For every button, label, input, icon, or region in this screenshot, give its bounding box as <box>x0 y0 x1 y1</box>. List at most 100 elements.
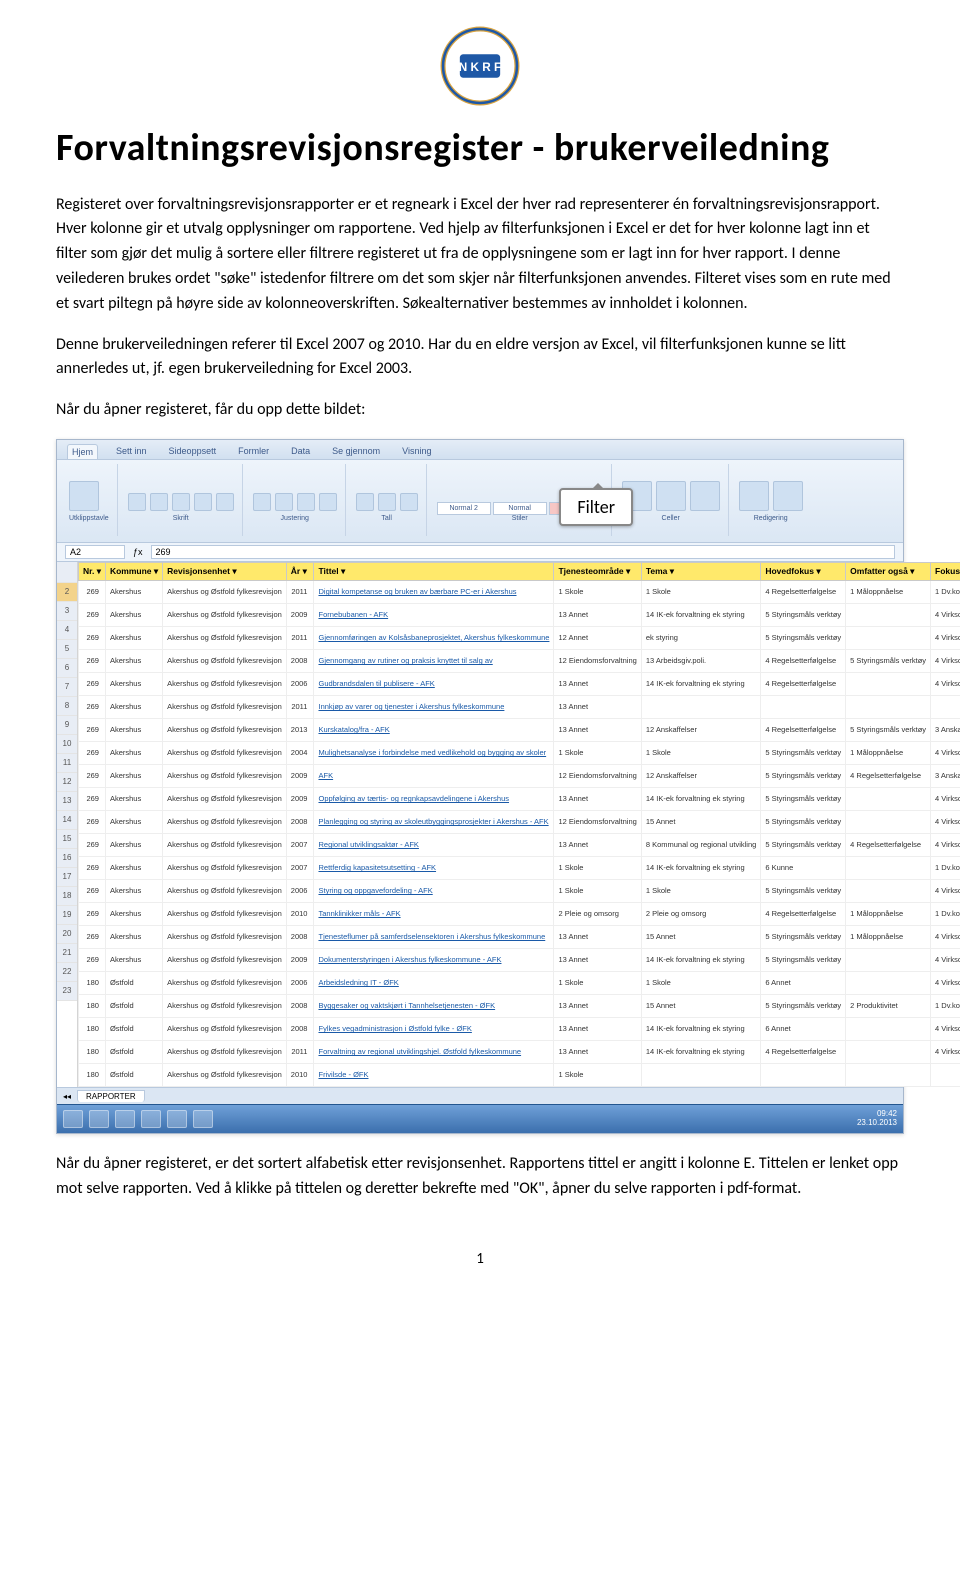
comma-icon[interactable] <box>400 493 418 511</box>
row-header[interactable]: 21 <box>57 944 77 963</box>
row-header[interactable]: 7 <box>57 678 77 697</box>
row-header[interactable]: 23 <box>57 982 77 1001</box>
row-header[interactable]: 22 <box>57 963 77 982</box>
align-left-icon[interactable] <box>253 493 271 511</box>
row-header[interactable]: 11 <box>57 754 77 773</box>
fill-color-icon[interactable] <box>194 493 212 511</box>
row-header[interactable]: 20 <box>57 925 77 944</box>
ribbon-tab[interactable]: Sideoppsett <box>165 444 221 459</box>
ribbon-tab-hjem[interactable]: Hjem <box>67 444 98 459</box>
ribbon-tab[interactable]: Data <box>287 444 314 459</box>
row-header[interactable]: 17 <box>57 868 77 887</box>
title-link[interactable]: Fornebubanen - AFK <box>314 604 554 627</box>
title-link[interactable]: Gjennomgang av rutiner og praksis knytte… <box>314 650 554 673</box>
cell-style[interactable]: Normal 2 <box>437 502 491 515</box>
formula-input[interactable]: 269 <box>151 545 895 559</box>
sheet-nav-prev-icon[interactable]: ◂◂ <box>63 1092 71 1101</box>
row-header[interactable]: 14 <box>57 811 77 830</box>
ribbon-tab[interactable]: Se gjennom <box>328 444 384 459</box>
column-header[interactable]: Tema ▾ <box>641 563 760 581</box>
wrap-text-icon[interactable] <box>319 493 337 511</box>
row-header[interactable]: 10 <box>57 735 77 754</box>
cell: 4 Virksomhetsstyring <box>931 627 960 650</box>
fx-icon[interactable]: ƒx <box>133 547 143 557</box>
title-link[interactable]: Kurskatalog/fra - AFK <box>314 719 554 742</box>
column-header[interactable]: Hovedfokus ▾ <box>761 563 846 581</box>
ribbon-tab[interactable]: Formler <box>234 444 273 459</box>
column-header[interactable]: Nr. ▾ <box>79 563 106 581</box>
title-link[interactable]: Regional utviklingsaktør - AFK <box>314 834 554 857</box>
start-button-icon[interactable] <box>63 1110 83 1128</box>
title-link[interactable]: Frivilsde - ØFK <box>314 1064 554 1087</box>
italic-icon[interactable] <box>150 493 168 511</box>
row-header[interactable]: 8 <box>57 697 77 716</box>
column-header[interactable]: Kommune ▾ <box>105 563 162 581</box>
column-header[interactable]: Tjenesteområde ▾ <box>554 563 641 581</box>
percent-icon[interactable] <box>378 493 396 511</box>
cell: Akershus <box>105 926 162 949</box>
row-header[interactable]: 9 <box>57 716 77 735</box>
title-link[interactable]: Forvaltning av regional utviklingshjel. … <box>314 1041 554 1064</box>
row-header[interactable]: 4 <box>57 621 77 640</box>
taskbar-app-icon[interactable] <box>89 1110 109 1128</box>
title-link[interactable]: Mulighetsanalyse i forbindelse med vedli… <box>314 742 554 765</box>
row-header[interactable]: 2 <box>57 583 77 602</box>
column-header[interactable]: Fokusområde ▾ <box>931 563 960 581</box>
column-header[interactable]: År ▾ <box>286 563 314 581</box>
title-link[interactable]: Tjenesteflumer på samferdselensektoren i… <box>314 926 554 949</box>
cell: 4 Virksomhetsstyring <box>931 926 960 949</box>
cell-style[interactable]: Normal <box>493 502 547 515</box>
row-header[interactable]: 19 <box>57 906 77 925</box>
row-header[interactable]: 3 <box>57 602 77 621</box>
row-header[interactable]: 15 <box>57 830 77 849</box>
column-header[interactable]: Tittel ▾ <box>314 563 554 581</box>
number-format-icon[interactable] <box>356 493 374 511</box>
taskbar-app-icon[interactable] <box>167 1110 187 1128</box>
taskbar-app-icon[interactable] <box>141 1110 161 1128</box>
title-link[interactable]: Fylkes vegadministrasjon i Østfold fylke… <box>314 1018 554 1041</box>
title-link[interactable]: Planlegging og styring av skoleutbygging… <box>314 811 554 834</box>
ribbon-tab[interactable]: Visning <box>398 444 435 459</box>
sheet-tab[interactable]: RAPPORTER <box>77 1090 145 1102</box>
paste-icon[interactable] <box>69 481 99 511</box>
row-header[interactable]: 12 <box>57 773 77 792</box>
title-link[interactable]: Oppfølging av tærtis- og regnkapsavdelin… <box>314 788 554 811</box>
column-header[interactable]: Revisjonsenhet ▾ <box>163 563 287 581</box>
title-link[interactable]: Byggesaker og vaktskjørt i Tannhelsetjen… <box>314 995 554 1018</box>
title-link[interactable]: Gudbrandsdalen til publisere - AFK <box>314 673 554 696</box>
font-color-icon[interactable] <box>216 493 234 511</box>
title-link[interactable]: Rettferdig kapasitetsutsetting - AFK <box>314 857 554 880</box>
find-select-icon[interactable] <box>773 481 803 511</box>
taskbar-app-icon[interactable] <box>115 1110 135 1128</box>
title-link[interactable]: Arbeidsledning IT - ØFK <box>314 972 554 995</box>
cell: Østfold <box>105 1064 162 1087</box>
column-header[interactable]: Omfatter også ▾ <box>846 563 931 581</box>
row-header[interactable]: 13 <box>57 792 77 811</box>
title-link[interactable]: AFK <box>314 765 554 788</box>
bold-icon[interactable] <box>128 493 146 511</box>
cell <box>846 788 931 811</box>
cell: 180 <box>79 1041 106 1064</box>
title-link[interactable]: Innkjøp av varer og tjenester i Akershus… <box>314 696 554 719</box>
row-header[interactable]: 16 <box>57 849 77 868</box>
cell: 180 <box>79 1018 106 1041</box>
taskbar-app-icon[interactable] <box>193 1110 213 1128</box>
name-box[interactable]: A2 <box>65 545 125 559</box>
row-header[interactable]: 18 <box>57 887 77 906</box>
sort-filter-icon[interactable] <box>739 481 769 511</box>
align-right-icon[interactable] <box>297 493 315 511</box>
title-link[interactable]: Tannklinikker måls - AFK <box>314 903 554 926</box>
title-link[interactable]: Styring og oppgavefordeling - AFK <box>314 880 554 903</box>
title-link[interactable]: Gjennomføringen av Kolsåsbaneprosjektet,… <box>314 627 554 650</box>
row-header[interactable]: 5 <box>57 640 77 659</box>
underline-icon[interactable] <box>172 493 190 511</box>
title-link[interactable]: Dokumenterstyringen i Akershus fylkeskom… <box>314 949 554 972</box>
title-link[interactable]: Digital kompetanse og bruken av bærbare … <box>314 581 554 604</box>
cell: Akershus <box>105 742 162 765</box>
ribbon-tab[interactable]: Sett inn <box>112 444 151 459</box>
row-header[interactable]: 6 <box>57 659 77 678</box>
cell: 269 <box>79 926 106 949</box>
delete-icon[interactable] <box>656 481 686 511</box>
format-icon[interactable] <box>690 481 720 511</box>
align-center-icon[interactable] <box>275 493 293 511</box>
